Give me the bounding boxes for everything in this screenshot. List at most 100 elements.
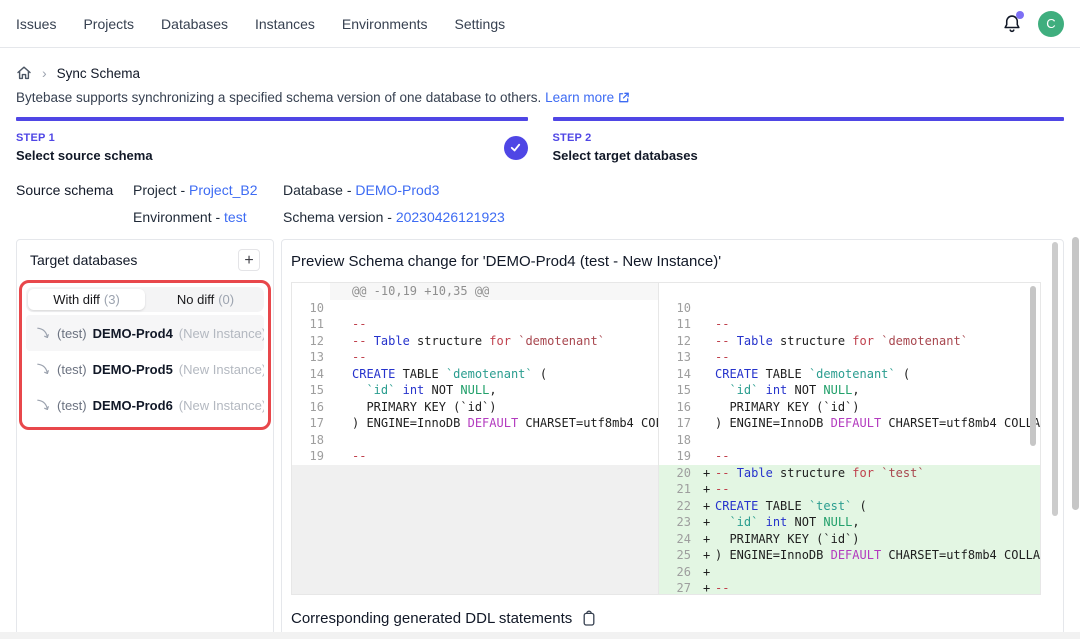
database-link[interactable]: DEMO-Prod3 bbox=[355, 182, 439, 198]
code-line: 19 -- bbox=[292, 448, 658, 465]
line-number: 14 bbox=[659, 366, 697, 383]
code-line: 17 ) ENGINE=InnoDB DEFAULT CHARSET=utf8m… bbox=[659, 415, 1040, 432]
diff-marker bbox=[697, 415, 715, 432]
breadcrumb-separator: › bbox=[42, 65, 47, 81]
diff-marker bbox=[330, 316, 352, 333]
topbar-right: C bbox=[1001, 11, 1064, 37]
add-database-button[interactable]: + bbox=[238, 249, 260, 271]
breadcrumb: › Sync Schema bbox=[0, 64, 1080, 82]
diff-marker: + bbox=[697, 498, 715, 515]
code-line: 17 ) ENGINE=InnoDB DEFAULT CHARSET=utf8m… bbox=[292, 415, 658, 432]
line-number: 11 bbox=[659, 316, 697, 333]
nav-item-databases[interactable]: Databases bbox=[161, 16, 228, 32]
line-number: 22 bbox=[659, 498, 697, 515]
learn-more-label: Learn more bbox=[545, 90, 614, 105]
diff-marker bbox=[697, 333, 715, 350]
bottom-scrollbar-track[interactable] bbox=[0, 632, 1080, 639]
page-scrollbar[interactable] bbox=[1072, 237, 1079, 510]
database-instance: (New Instance) bbox=[179, 398, 264, 413]
selection-highlight-box: With diff (3) No diff (0) (test)DEMO-Pro… bbox=[19, 280, 271, 430]
environment-link[interactable]: test bbox=[224, 209, 247, 225]
diff-pane-original: @@ -10,19 +10,35 @@10 11 --12 -- Table s… bbox=[292, 283, 659, 594]
tab-with-diff-label: With diff bbox=[53, 292, 100, 307]
line-number: 19 bbox=[659, 448, 697, 465]
nav-item-issues[interactable]: Issues bbox=[16, 16, 56, 32]
nav-item-settings[interactable]: Settings bbox=[455, 16, 506, 32]
line-number: 23 bbox=[659, 514, 697, 531]
line-number: 25 bbox=[659, 547, 697, 564]
code-line: 15 `id` int NOT NULL, bbox=[659, 382, 1040, 399]
line-number: 26 bbox=[659, 564, 697, 581]
line-number: 14 bbox=[292, 366, 330, 383]
line-number: 12 bbox=[292, 333, 330, 350]
nav-item-instances[interactable]: Instances bbox=[255, 16, 315, 32]
tab-with-diff[interactable]: With diff (3) bbox=[28, 289, 145, 310]
copy-ddl-button[interactable] bbox=[581, 610, 597, 627]
database-item-demo-prod5[interactable]: (test)DEMO-Prod5(New Instance) bbox=[26, 351, 264, 387]
database-engine-icon bbox=[35, 325, 51, 341]
code-line: 10 bbox=[292, 300, 658, 317]
database-instance: (New Instance) bbox=[179, 362, 264, 377]
line-number: 15 bbox=[292, 382, 330, 399]
code-line: 11 -- bbox=[292, 316, 658, 333]
schema-version-link[interactable]: 20230426121923 bbox=[396, 209, 505, 225]
diff-editor[interactable]: @@ -10,19 +10,35 @@10 11 --12 -- Table s… bbox=[291, 282, 1041, 595]
diff-marker bbox=[330, 366, 352, 383]
step-2-title: Select target databases bbox=[553, 148, 698, 163]
preview-panel-scrollbar[interactable] bbox=[1052, 242, 1058, 516]
database-item-demo-prod6[interactable]: (test)DEMO-Prod6(New Instance) bbox=[26, 387, 264, 423]
code-line: 19 -- bbox=[659, 448, 1040, 465]
environment-field-label: Environment - bbox=[133, 209, 224, 225]
diff-marker bbox=[330, 448, 352, 465]
diff-marker bbox=[330, 399, 352, 416]
code-line: 20+-- Table structure for `test` bbox=[659, 465, 1040, 482]
diff-editor-scrollbar[interactable] bbox=[1030, 286, 1036, 446]
code-line: 16 PRIMARY KEY (`id`) bbox=[659, 399, 1040, 416]
intro-text: Bytebase supports synchronizing a specif… bbox=[0, 90, 1080, 105]
diff-marker: + bbox=[697, 564, 715, 581]
preview-panel: Preview Schema change for 'DEMO-Prod4 (t… bbox=[281, 239, 1064, 639]
line-number: 13 bbox=[659, 349, 697, 366]
diff-marker bbox=[330, 382, 352, 399]
home-icon[interactable] bbox=[16, 65, 32, 81]
database-list: (test)DEMO-Prod4(New Instance)(test)DEMO… bbox=[26, 315, 264, 423]
database-item-demo-prod4[interactable]: (test)DEMO-Prod4(New Instance) bbox=[26, 315, 264, 351]
database-instance: (New Instance) bbox=[179, 326, 264, 341]
line-number: 12 bbox=[659, 333, 697, 350]
diff-marker bbox=[330, 300, 352, 317]
tab-no-diff[interactable]: No diff (0) bbox=[147, 287, 264, 312]
code-line: 25+) ENGINE=InnoDB DEFAULT CHARSET=utf8m… bbox=[659, 547, 1040, 564]
diff-marker bbox=[697, 448, 715, 465]
code-line: 10 bbox=[659, 300, 1040, 317]
step-1-title: Select source schema bbox=[16, 148, 153, 163]
diff-marker: + bbox=[697, 465, 715, 482]
field-schema-version: Schema version - 20230426121923 bbox=[283, 209, 1064, 225]
diff-marker bbox=[697, 366, 715, 383]
code-line: 26+ bbox=[659, 564, 1040, 581]
code-line: 27+-- bbox=[659, 580, 1040, 594]
user-avatar[interactable]: C bbox=[1038, 11, 1064, 37]
diff-marker: + bbox=[697, 481, 715, 498]
tab-no-diff-label: No diff bbox=[177, 292, 214, 307]
project-link[interactable]: Project_B2 bbox=[189, 182, 257, 198]
line-number: 18 bbox=[292, 432, 330, 449]
learn-more-link[interactable]: Learn more bbox=[545, 90, 630, 105]
code-line: 16 PRIMARY KEY (`id`) bbox=[292, 399, 658, 416]
line-number: 17 bbox=[659, 415, 697, 432]
diff-marker: + bbox=[697, 514, 715, 531]
code-line: 18 bbox=[659, 432, 1040, 449]
code-line: 11 -- bbox=[659, 316, 1040, 333]
line-number: 18 bbox=[659, 432, 697, 449]
diff-marker bbox=[697, 316, 715, 333]
notifications-button[interactable] bbox=[1001, 13, 1023, 35]
nav-item-projects[interactable]: Projects bbox=[83, 16, 134, 32]
code-line: 22+CREATE TABLE `test` ( bbox=[659, 498, 1040, 515]
line-number: 24 bbox=[659, 531, 697, 548]
line-number: 15 bbox=[659, 382, 697, 399]
database-name: DEMO-Prod6 bbox=[93, 398, 173, 413]
diff-marker: + bbox=[697, 547, 715, 564]
code-line: 23+ `id` int NOT NULL, bbox=[659, 514, 1040, 531]
nav-item-environments[interactable]: Environments bbox=[342, 16, 428, 32]
code-line: 18 bbox=[292, 432, 658, 449]
clipboard-icon bbox=[581, 610, 597, 627]
